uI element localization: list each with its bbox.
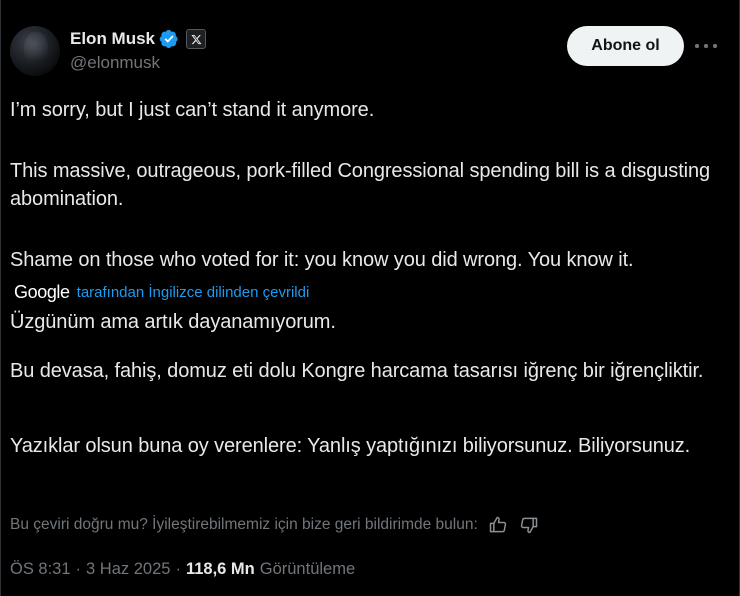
thumbs-down-icon[interactable] [518, 514, 540, 536]
tweet-time[interactable]: ÖS 8:31 [10, 560, 71, 579]
verified-badge-icon[interactable] [159, 29, 179, 49]
more-horizontal-icon[interactable] [695, 36, 717, 56]
google-logo: Google [14, 281, 70, 302]
author-display-name[interactable]: Elon Musk [70, 29, 155, 49]
views-count[interactable]: 118,6 Mn [186, 560, 255, 579]
original-text-line-2: This massive, outrageous, pork-filled Co… [10, 160, 711, 210]
translation-credit: Google tarafından İngilizce dilinden çev… [14, 282, 309, 302]
tweet-date[interactable]: 3 Haz 2025 [86, 560, 170, 579]
translated-text-line-2: Bu devasa, fahiş, domuz eti dolu Kongre … [10, 360, 704, 382]
views-label: Görüntüleme [259, 559, 356, 578]
author-name-row: Elon Musk [70, 28, 207, 50]
meta-separator: · [75, 559, 82, 578]
meta-separator: · [175, 559, 181, 578]
author-handle[interactable]: @elonmusk [70, 53, 160, 73]
x-logo-icon[interactable] [186, 29, 207, 49]
original-text-line-1: I’m sorry, but I just can’t stand it any… [10, 99, 375, 121]
follow-button[interactable]: Abone ol [567, 26, 684, 66]
tweet-detail: Elon Musk @elonmusk Abone ol I’m sorry, … [0, 0, 740, 596]
translated-text-line-1: Üzgünüm ama artık dayanamıyorum. [10, 311, 336, 333]
translated-text-line-3: Yazıklar olsun buna oy verenlere: Yanlış… [10, 435, 691, 457]
feedback-question: Bu çeviri doğru mu? İyileştirebilmemiz i… [10, 516, 478, 533]
tweet-meta: ÖS 8:31 · 3 Haz 2025 · 118,6 Mn Görüntül… [10, 558, 355, 580]
original-text-line-3: Shame on those who voted for it: you kno… [10, 249, 634, 271]
translation-feedback: Bu çeviri doğru mu? İyileştirebilmemiz i… [10, 513, 540, 537]
thumbs-up-icon[interactable] [487, 514, 509, 536]
avatar[interactable] [10, 26, 60, 76]
translation-credit-link[interactable]: tarafından İngilizce dilinden çevrildi [77, 284, 310, 301]
